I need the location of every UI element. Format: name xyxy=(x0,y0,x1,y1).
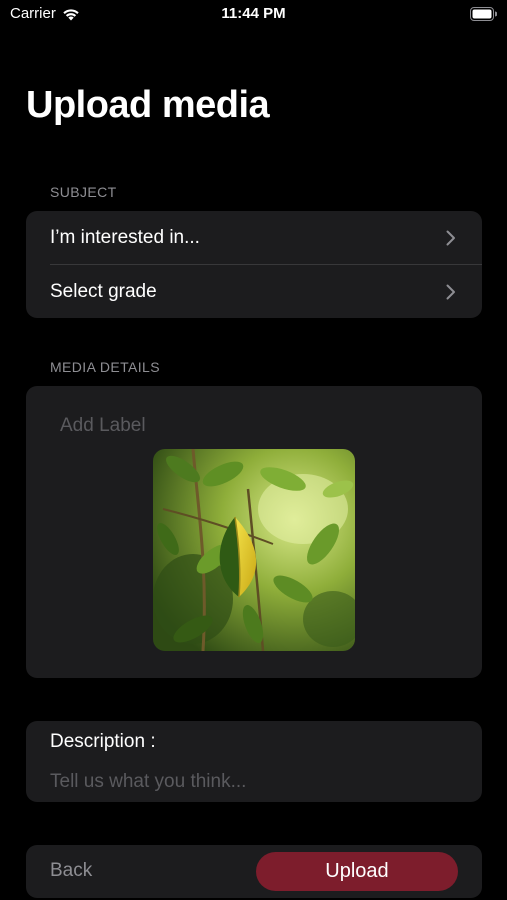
grade-selector-label: Select grade xyxy=(50,280,157,302)
battery-icon xyxy=(470,7,497,21)
description-input[interactable]: Tell us what you think... xyxy=(50,771,246,793)
description-group: Description : Tell us what you think... xyxy=(26,721,482,802)
media-details-group: Add Label xyxy=(26,386,482,678)
status-bar: Carrier 11:44 PM xyxy=(0,0,507,30)
subject-group: I’m interested in... Select grade xyxy=(26,211,482,318)
description-label: Description : xyxy=(50,731,156,752)
back-button[interactable]: Back xyxy=(50,860,92,882)
interest-selector-label: I’m interested in... xyxy=(50,226,200,248)
add-label-input[interactable]: Add Label xyxy=(60,415,146,437)
subject-section-header: SUBJECT xyxy=(50,184,117,200)
grade-selector-row[interactable]: Select grade xyxy=(26,265,482,318)
chevron-right-icon xyxy=(446,284,455,300)
media-thumbnail[interactable] xyxy=(153,449,355,651)
chevron-right-icon xyxy=(446,230,455,246)
media-details-section-header: MEDIA DETAILS xyxy=(50,359,160,375)
action-bar: Back Upload xyxy=(26,845,482,898)
leaf-photo-image xyxy=(153,449,355,651)
interest-selector-row[interactable]: I’m interested in... xyxy=(26,211,482,264)
clock: 11:44 PM xyxy=(221,5,286,22)
page-title: Upload media xyxy=(26,84,270,126)
upload-button[interactable]: Upload xyxy=(256,852,458,891)
